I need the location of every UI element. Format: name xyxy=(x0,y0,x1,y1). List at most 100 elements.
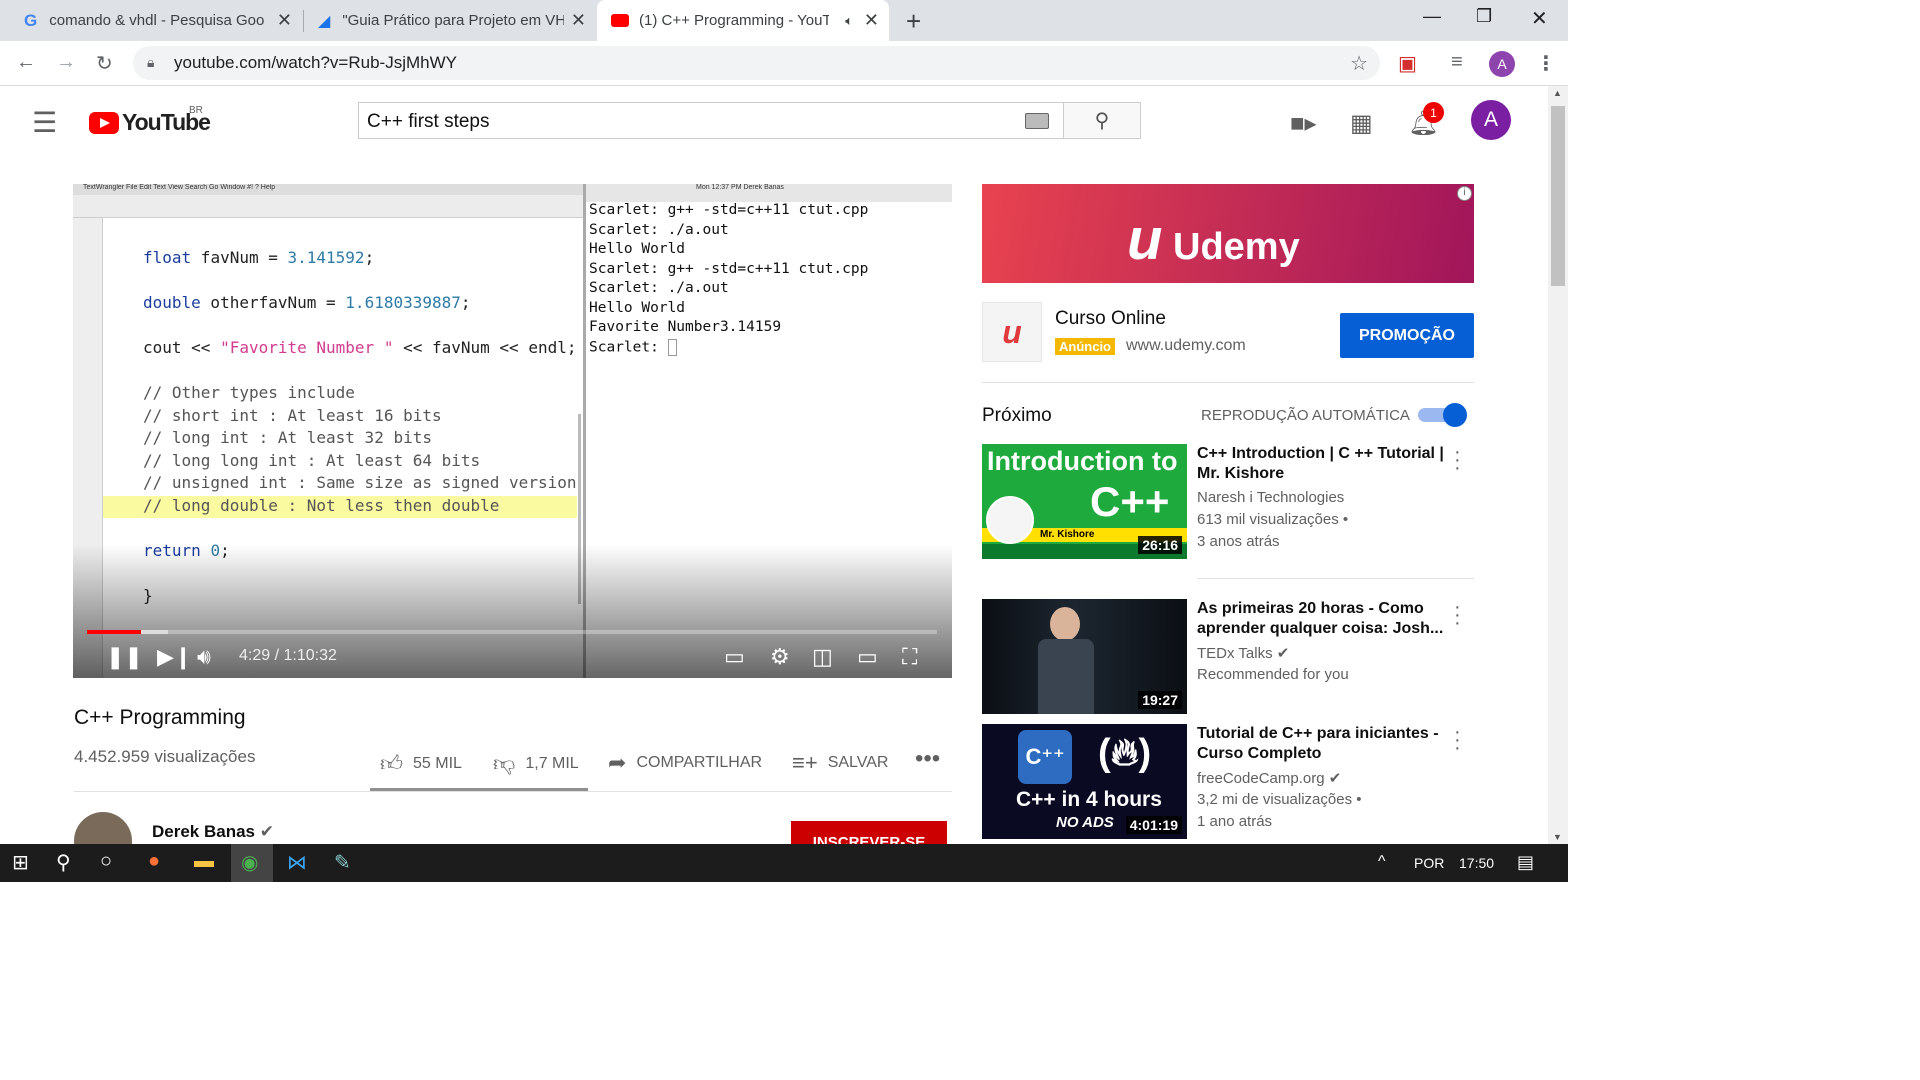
view-count: 613 mil visualizações • xyxy=(1197,511,1349,528)
region-label: BR xyxy=(189,105,203,116)
profile-avatar[interactable]: A xyxy=(1489,51,1515,77)
fullscreen-icon[interactable]: ⛶ xyxy=(902,644,917,670)
language-indicator[interactable]: POR xyxy=(1414,855,1444,871)
notifications-icon[interactable]: ▤ xyxy=(1517,852,1534,873)
video-title[interactable]: As primeiras 20 horas - Como aprender qu… xyxy=(1197,599,1447,639)
speaker-icon[interactable]: 🔈︎ xyxy=(845,13,853,29)
back-icon[interactable]: ← xyxy=(16,51,36,74)
close-window-button[interactable]: ✕ xyxy=(1531,6,1548,31)
scroll-down-icon[interactable]: ▼ xyxy=(1553,832,1562,842)
code-line: // long double : Not less then double xyxy=(103,495,577,518)
windows-start-icon[interactable]: ⊞ xyxy=(12,850,29,875)
terminal-line: Hello World xyxy=(589,299,686,316)
search-icon[interactable]: ⚲ xyxy=(56,850,71,875)
code-line: // short int : At least 16 bits xyxy=(143,405,442,425)
like-button[interactable]: 👍︎ 55 MIL xyxy=(380,750,462,777)
scroll-up-icon[interactable]: ▲ xyxy=(1553,88,1562,98)
tab-google-search[interactable]: G comando & vhdl - Pesquisa Goo ✕ xyxy=(12,0,302,41)
scrollbar-thumb[interactable] xyxy=(1551,106,1565,286)
create-video-icon[interactable]: ■▸ xyxy=(1290,109,1317,138)
channel-name[interactable]: TEDx Talks ✔ xyxy=(1197,644,1289,662)
autoplay-toggle[interactable] xyxy=(1418,403,1467,427)
search-input[interactable]: C++ first steps xyxy=(358,102,1063,139)
speaker-body xyxy=(1038,639,1094,714)
reload-icon[interactable]: ↻ xyxy=(96,51,113,76)
file-explorer-icon[interactable]: ▬ xyxy=(194,850,214,873)
new-tab-button[interactable]: + xyxy=(906,6,921,37)
code-line: // long int : At least 32 bits xyxy=(143,428,432,447)
view-count: 4.452.959 visualizações xyxy=(74,747,256,766)
url-text[interactable]: youtube.com/watch?v=Rub-JsjMhWY xyxy=(174,53,457,73)
progress-bar[interactable] xyxy=(87,630,937,634)
video-thumbnail[interactable]: Introduction to C++ Mr. Kishore 26:16 xyxy=(982,444,1187,559)
youtube-logo[interactable]: YouTube BR xyxy=(89,105,211,136)
bookmark-star-icon[interactable]: ☆ xyxy=(1350,51,1368,76)
firefox-icon[interactable]: ● xyxy=(148,850,160,873)
vscode-icon[interactable]: ⋈ xyxy=(287,850,307,875)
browser-tab-bar: G comando & vhdl - Pesquisa Goo ✕ ◢ "Gui… xyxy=(0,0,1568,41)
share-button[interactable]: ➦ COMPARTILHAR xyxy=(608,750,762,776)
clock[interactable]: 17:50 xyxy=(1459,855,1494,871)
channel-name[interactable]: freeCodeCamp.org ✔ xyxy=(1197,769,1341,787)
apps-grid-icon[interactable]: ▦ xyxy=(1350,109,1373,138)
video-thumbnail[interactable]: C⁺⁺ (🔥︎) C++ in 4 hours NO ADS 4:01:19 xyxy=(982,724,1187,839)
next-video-icon[interactable]: ▶❙ xyxy=(157,644,192,670)
promo-button[interactable]: PROMOÇÃO xyxy=(1340,313,1474,358)
theater-mode-icon[interactable]: ▭ xyxy=(857,644,878,670)
media-queue-icon[interactable]: ≡ xyxy=(1451,51,1463,74)
task-view-icon[interactable]: ○ xyxy=(100,850,112,873)
autoplay-label: REPRODUÇÃO AUTOMÁTICA xyxy=(1201,407,1410,424)
tab-guia-pratico[interactable]: ◢ "Guia Prático para Projeto em VH ✕ xyxy=(306,0,596,41)
related-video-1[interactable]: Introduction to C++ Mr. Kishore 26:16 C+… xyxy=(982,442,1474,560)
chevron-up-icon[interactable]: ^ xyxy=(1378,853,1386,871)
related-video-3[interactable]: C⁺⁺ (🔥︎) C++ in 4 hours NO ADS 4:01:19 T… xyxy=(982,722,1474,840)
volume-icon[interactable]: 🔊︎ xyxy=(197,644,211,670)
udemy-ad-banner[interactable]: u Udemy i xyxy=(982,184,1474,283)
subtitles-icon[interactable]: ▭ xyxy=(724,644,745,670)
minimize-button[interactable]: — xyxy=(1423,6,1441,27)
video-thumbnail[interactable]: 19:27 xyxy=(982,599,1187,714)
restore-button[interactable]: ❐ xyxy=(1476,6,1492,27)
search-button[interactable]: ⚲ xyxy=(1063,102,1141,139)
video-duration: 19:27 xyxy=(1138,691,1182,709)
extension-icon[interactable]: ▣ xyxy=(1398,51,1417,76)
paint-icon[interactable]: ✎ xyxy=(334,850,351,875)
code-line: cout << "Favorite Number " << favNum << … xyxy=(143,338,577,357)
terminal-line: Scarlet: ./a.out xyxy=(589,280,729,296)
forward-icon[interactable]: → xyxy=(56,51,76,74)
close-tab-icon[interactable]: ✕ xyxy=(277,10,292,31)
keyboard-icon[interactable] xyxy=(1025,113,1049,129)
more-options-icon[interactable]: · · · xyxy=(1454,722,1461,758)
dislike-button[interactable]: 👎︎ 1,7 MIL xyxy=(493,750,579,777)
tab-youtube[interactable]: (1) C++ Programming - YouT 🔈︎ ✕ xyxy=(597,0,889,41)
account-avatar[interactable]: A xyxy=(1471,100,1511,140)
channel-name[interactable]: Naresh i Technologies xyxy=(1197,489,1344,506)
address-bar[interactable]: 🔒︎ youtube.com/watch?v=Rub-JsjMhWY ☆ xyxy=(133,46,1380,80)
pause-icon[interactable]: ❚❚ xyxy=(106,644,143,670)
verified-icon: ✔ xyxy=(259,822,274,841)
save-button[interactable]: ≡+ SALVAR xyxy=(792,750,888,776)
video-title[interactable]: C++ Introduction | C ++ Tutorial | Mr. K… xyxy=(1197,444,1447,484)
chrome-menu-icon[interactable]: ⋮ xyxy=(1536,51,1556,76)
close-tab-icon[interactable]: ✕ xyxy=(571,10,586,31)
page-scrollbar[interactable]: ▲ ▼ xyxy=(1548,86,1568,844)
settings-gear-icon[interactable]: ⚙ xyxy=(770,644,790,670)
channel-name[interactable]: Derek Banas ✔ xyxy=(152,822,274,842)
more-options-icon[interactable]: · · · xyxy=(1454,442,1461,478)
video-player[interactable]: TextWrangler File Edit Text View Search … xyxy=(73,184,952,678)
ad-title[interactable]: Curso Online xyxy=(1055,308,1166,330)
video-title[interactable]: Tutorial de C++ para iniciantes - Curso … xyxy=(1197,724,1447,764)
hamburger-menu-icon[interactable]: ☰ xyxy=(32,106,57,139)
more-actions-icon[interactable]: ••• xyxy=(915,745,940,773)
terminal-line: Scarlet: xyxy=(589,338,952,359)
miniplayer-icon[interactable]: ◫ xyxy=(812,644,833,670)
udemy-logo: u Udemy xyxy=(1127,207,1300,272)
related-video-2[interactable]: 19:27 As primeiras 20 horas - Como apren… xyxy=(982,597,1474,715)
close-tab-icon[interactable]: ✕ xyxy=(864,10,879,31)
recommendation-note: Recommended for you xyxy=(1197,666,1349,683)
ad-info-icon[interactable]: i xyxy=(1457,186,1472,201)
chrome-icon[interactable]: ◉ xyxy=(241,850,258,875)
udemy-icon[interactable]: u xyxy=(982,302,1042,362)
more-options-icon[interactable]: · · · xyxy=(1454,597,1461,633)
